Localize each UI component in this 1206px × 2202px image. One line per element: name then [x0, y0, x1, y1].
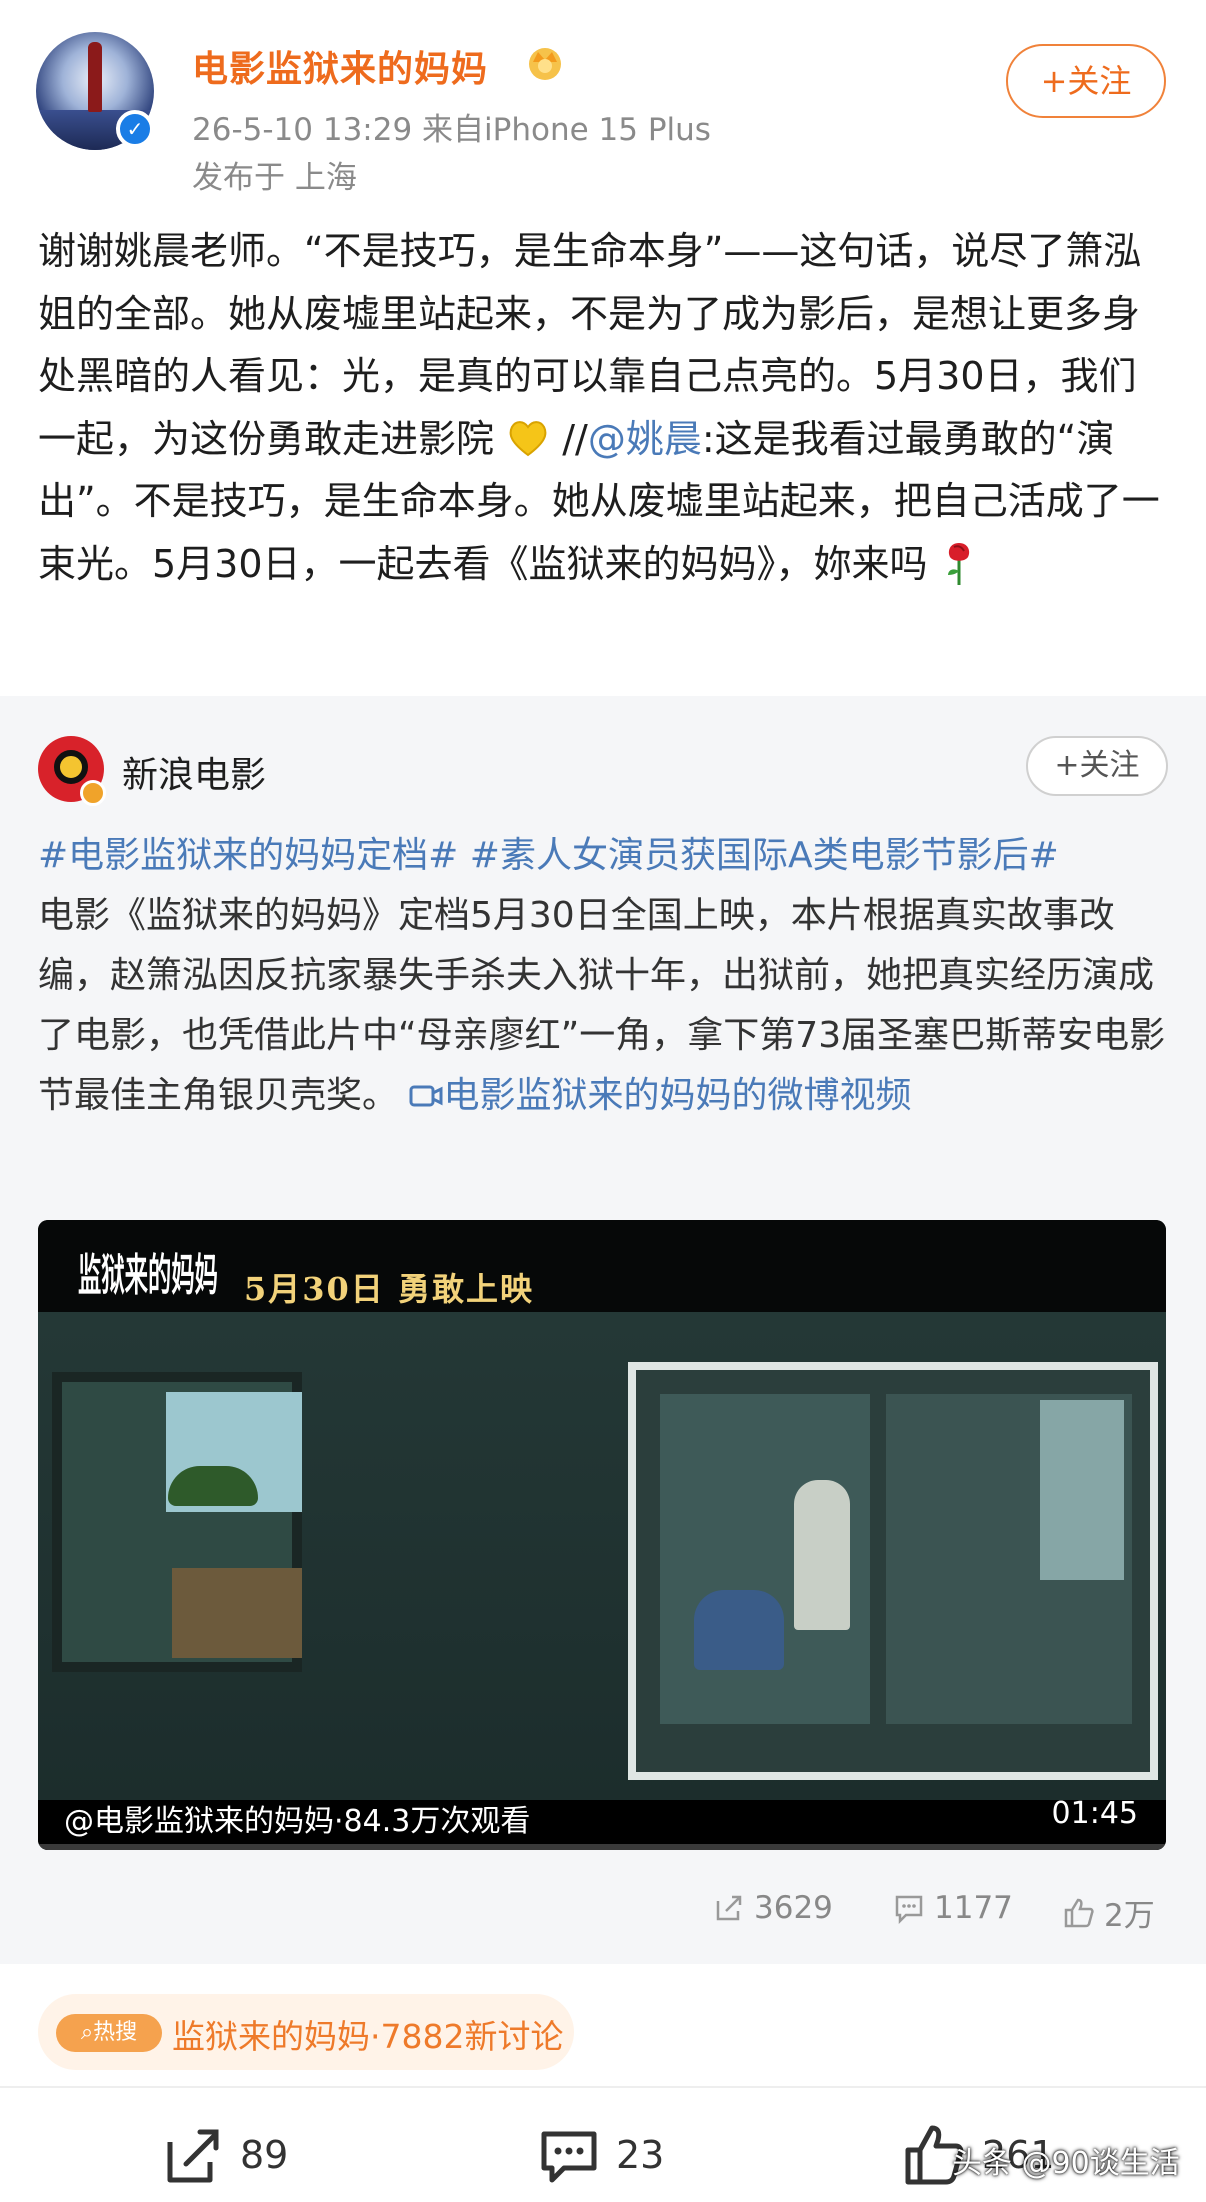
hot-search-text: 监狱来的妈妈·7882新讨论: [172, 2017, 564, 2056]
follow-button[interactable]: +关注: [1006, 44, 1166, 118]
hot-search-badge: ⌕热搜: [56, 2014, 162, 2052]
reposted-card[interactable]: 新浪电影 +关注 #电影监狱来的妈妈定档# #素人女演员获国际A类电影节影后# …: [0, 696, 1206, 1964]
verified-orange-badge-icon: [80, 780, 106, 806]
repost-author-name[interactable]: 新浪电影: [122, 746, 266, 798]
repost-like-count: 2万: [1104, 1898, 1155, 1934]
mention-link[interactable]: @姚晨: [588, 417, 702, 461]
scene-right-window: [628, 1362, 1158, 1780]
hot-badge-label: 热搜: [93, 2020, 138, 2045]
verified-badge-icon: ✓: [116, 110, 154, 148]
video-player[interactable]: 监狱来的妈妈 5月30日 勇敢上映 @电影监狱来的妈妈·84.3万次观看 01:…: [38, 1220, 1166, 1850]
video-caption: @电影监狱来的妈妈·84.3万次观看: [64, 1804, 531, 1839]
sina-eye-logo: [54, 750, 88, 784]
hashtag-link[interactable]: #电影监狱来的妈妈定档#: [38, 835, 458, 876]
post-location: 发布于 上海: [192, 160, 357, 196]
thumbs-up-icon: [1064, 1898, 1094, 1927]
share-count: 89: [240, 2133, 289, 2177]
hot-search-icon: ⌕: [80, 2020, 94, 2045]
share-button[interactable]: 89: [160, 2122, 288, 2188]
scene-cabinet: [172, 1568, 302, 1658]
repost-like-action[interactable]: 2万: [1062, 1890, 1155, 1935]
repost-actions: 3629 1177 2万: [0, 1890, 1206, 1940]
movie-logo-text: 监狱来的妈妈: [78, 1250, 218, 1301]
hot-search-bar[interactable]: ⌕热搜 监狱来的妈妈·7882新讨论: [38, 1994, 574, 2070]
share-icon: [167, 2129, 219, 2183]
repost-body: #电影监狱来的妈妈定档# #素人女演员获国际A类电影节影后# 电影《监狱来的妈妈…: [38, 826, 1178, 1126]
repost-separator: //: [562, 416, 588, 461]
video-progress-bar[interactable]: [38, 1844, 1166, 1850]
video-link[interactable]: 电影监狱来的妈妈的微博视频: [443, 1075, 911, 1116]
scene-plant: [168, 1466, 258, 1506]
crown-icon: [529, 48, 561, 80]
scene-standing-person: [794, 1480, 850, 1630]
yellow-heart-icon: [509, 420, 547, 456]
watermark: 头条 @90谈生活: [952, 2146, 1180, 2181]
repost-comment-action[interactable]: 1177: [892, 1890, 1013, 1926]
post-time-device: 26-5-10 13:29 来自iPhone 15 Plus: [192, 112, 711, 148]
hashtag-link[interactable]: #素人女演员获国际A类电影节影后#: [470, 835, 1059, 876]
comment-icon: [895, 1895, 923, 1925]
rose-icon: [947, 542, 969, 585]
repost-share-count: 3629: [754, 1890, 833, 1926]
comment-button[interactable]: 23: [536, 2122, 664, 2188]
avatar-figure: [88, 42, 102, 112]
release-banner: 5月30日 勇敢上映: [244, 1270, 534, 1308]
comment-count: 23: [616, 2133, 665, 2177]
share-icon: [716, 1895, 742, 1921]
scene-seated-person: [694, 1590, 784, 1670]
scene-light: [1040, 1400, 1124, 1580]
video-duration: 01:45: [1051, 1796, 1138, 1831]
comment-icon: [541, 2131, 597, 2183]
divider: [0, 2086, 1206, 2088]
repost-share-action[interactable]: 3629: [712, 1890, 833, 1926]
author-name[interactable]: 电影监狱来的妈妈: [192, 40, 488, 92]
scene-left-window: [52, 1372, 302, 1672]
video-frame: [38, 1312, 1166, 1800]
original-post: ✓ 电影监狱来的妈妈 26-5-10 13:29 来自iPhone 15 Plu…: [0, 0, 1206, 690]
repost-follow-button[interactable]: +关注: [1026, 736, 1168, 796]
repost-comment-count: 1177: [934, 1890, 1013, 1926]
post-body: 谢谢姚晨老师。“不是技巧，是生命本身”——这句话，说尽了箫泓姐的全部。她从废墟里…: [38, 220, 1168, 595]
video-link-icon: [409, 1085, 443, 1107]
